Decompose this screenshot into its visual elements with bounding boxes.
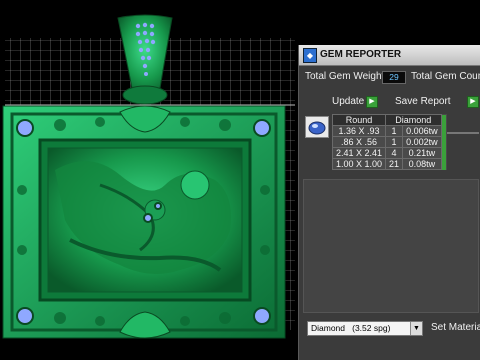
bail-loop <box>122 85 168 105</box>
material-value: Diamond <box>311 323 346 333</box>
table-row[interactable]: .86 X .56 1 0.002tw <box>331 136 447 148</box>
gem-thumbnail-icon[interactable] <box>305 116 329 138</box>
set-material-button[interactable]: Set Material <box>431 322 480 333</box>
gem-count: 21 <box>385 158 404 170</box>
column-header-shape: Round <box>331 114 387 126</box>
gem-size: 2.41 X 2.41 <box>331 147 387 159</box>
gem-weight: 0.08tw <box>402 158 442 170</box>
gem-count: 4 <box>385 147 404 159</box>
material-select[interactable]: Diamond (3.52 spg) ▼ <box>307 321 423 336</box>
column-header-material: Diamond <box>385 114 442 126</box>
panel-titlebar[interactable]: ◆ GEM REPORTER <box>299 45 480 66</box>
total-gem-count-label: Total Gem Count <box>411 71 480 82</box>
table-row[interactable]: 1.36 X .93 1 0.006tw <box>331 125 447 137</box>
gem-table-header: Round Diamond <box>331 114 447 126</box>
update-button[interactable]: ▶ <box>366 96 378 108</box>
gem-weight: 0.21tw <box>402 147 442 159</box>
row-select-button[interactable] <box>441 136 447 148</box>
gem-table: Round Diamond 1.36 X .93 1 0.006tw .86 X… <box>331 114 447 170</box>
gem-size: 1.00 X 1.00 <box>331 158 387 170</box>
save-report-label: Save Report <box>395 96 451 107</box>
material-density: (3.52 spg) <box>352 323 391 333</box>
total-gem-weight-field[interactable]: 29 <box>382 71 406 84</box>
gem-size: 1.36 X .93 <box>331 125 387 137</box>
gem-count: 1 <box>385 136 404 148</box>
row-select-button[interactable] <box>441 158 447 170</box>
table-row[interactable]: 1.00 X 1.00 21 0.08tw <box>331 158 447 170</box>
pendant-model <box>2 14 295 339</box>
update-label: Update <box>332 96 365 107</box>
panel-title: GEM REPORTER <box>320 49 402 60</box>
gem-reporter-icon: ◆ <box>303 48 317 63</box>
table-row[interactable]: 2.41 X 2.41 4 0.21tw <box>331 147 447 159</box>
row-select-button[interactable] <box>441 147 447 159</box>
save-report-button[interactable]: ▶ <box>467 96 479 108</box>
chevron-down-icon[interactable]: ▼ <box>410 322 422 335</box>
3d-viewport[interactable] <box>0 0 300 360</box>
gem-list-area <box>303 179 479 313</box>
row-select-button[interactable] <box>441 125 447 137</box>
gem-reporter-panel: ◆ GEM REPORTER Total Gem Weight 29 Total… <box>298 45 480 360</box>
total-gem-weight-label: Total Gem Weight <box>305 71 385 82</box>
gem-weight: 0.002tw <box>402 136 442 148</box>
gem-size: .86 X .56 <box>331 136 387 148</box>
gem-count: 1 <box>385 125 404 137</box>
gem-weight: 0.006tw <box>402 125 442 137</box>
